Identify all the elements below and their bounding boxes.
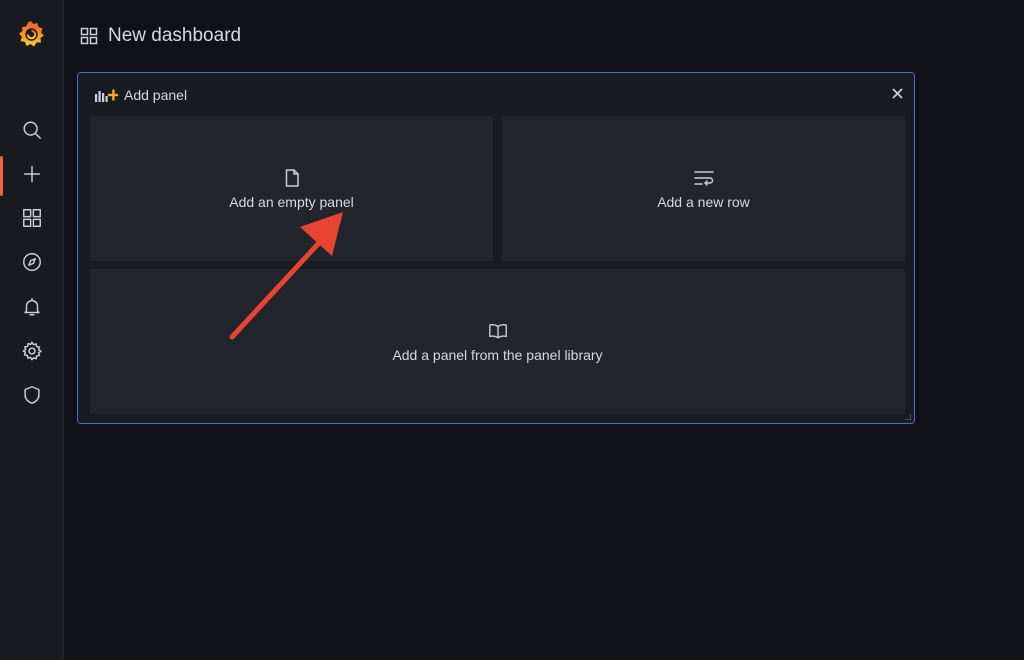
panel-title: Add panel: [124, 87, 188, 103]
close-button[interactable]: [889, 85, 905, 101]
nav-server-admin[interactable]: [0, 375, 63, 415]
nav-alerting[interactable]: [0, 287, 63, 327]
add-panel-icon: [95, 89, 118, 102]
add-new-row-button[interactable]: Add a new row: [502, 116, 905, 261]
sidebar: [0, 0, 64, 660]
plus-icon: [23, 165, 40, 183]
row-icon: [693, 170, 714, 186]
add-library-panel-label: Add a panel from the panel library: [392, 346, 603, 363]
panel-header: Add panel: [94, 87, 187, 103]
nav-configuration[interactable]: [0, 331, 63, 371]
nav-create[interactable]: [0, 154, 63, 196]
add-empty-panel-label: Add an empty panel: [229, 193, 354, 210]
grafana-logo[interactable]: [15, 18, 47, 50]
page-title[interactable]: New dashboard: [108, 25, 241, 47]
add-empty-panel-button[interactable]: Add an empty panel: [90, 116, 493, 261]
dashboards-icon: [80, 27, 98, 45]
compass-icon: [22, 253, 41, 271]
bell-icon: [23, 298, 40, 316]
gear-icon: [22, 341, 42, 361]
nav-explore[interactable]: [0, 242, 63, 282]
resize-handle[interactable]: [905, 414, 911, 420]
close-icon: [891, 87, 903, 99]
dashboards-icon: [22, 209, 41, 227]
search-icon: [22, 121, 41, 139]
shield-icon: [23, 386, 40, 404]
add-new-row-label: Add a new row: [657, 193, 750, 210]
add-library-panel-button[interactable]: Add a panel from the panel library: [90, 269, 905, 414]
file-icon: [285, 168, 299, 187]
dashboard-header: New dashboard: [80, 22, 241, 50]
nav-dashboards[interactable]: [0, 198, 63, 238]
book-open-icon: [488, 323, 507, 339]
nav-search[interactable]: [0, 110, 63, 150]
add-panel-widget: Add panel Add an empty panel Add a new r…: [77, 72, 915, 424]
